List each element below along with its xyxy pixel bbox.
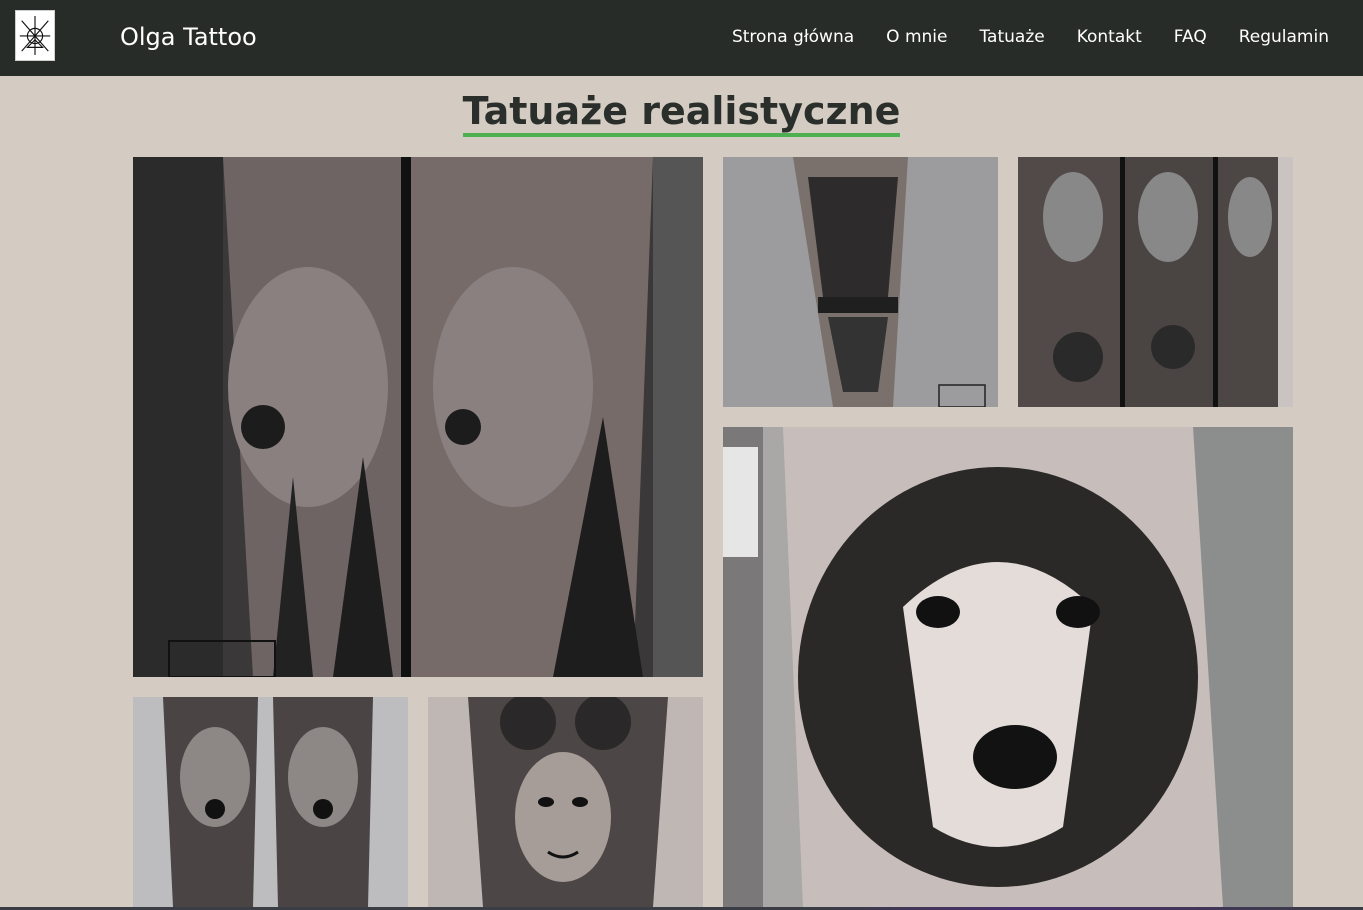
main-nav: Strona główna O mnie Tatuaże Kontakt FAQ… xyxy=(732,25,1329,49)
page-title-wrap: Tatuaże realistyczne xyxy=(0,89,1363,137)
nav-contact[interactable]: Kontakt xyxy=(1077,25,1142,49)
gallery-photo-husky[interactable] xyxy=(723,427,1293,907)
gallery-photo-wolf-sleeve[interactable] xyxy=(1018,157,1293,407)
logo-icon xyxy=(16,11,54,60)
gallery-photo-wolf-forest[interactable] xyxy=(133,157,703,677)
nav-home[interactable]: Strona główna xyxy=(732,25,854,49)
gallery-photo-woman-roses[interactable] xyxy=(428,697,703,907)
nav-terms[interactable]: Regulamin xyxy=(1239,25,1329,49)
nav-about[interactable]: O mnie xyxy=(886,25,947,49)
page-title: Tatuaże realistyczne xyxy=(462,89,901,137)
gallery-photo-wolf-forearm[interactable] xyxy=(723,157,998,407)
brand-name[interactable]: Olga Tattoo xyxy=(120,22,257,52)
nav-faq[interactable]: FAQ xyxy=(1174,25,1207,49)
nav-tattoos[interactable]: Tatuaże xyxy=(979,25,1044,49)
navbar: Olga Tattoo Strona główna O mnie Tatuaże… xyxy=(0,0,1363,76)
logo-link[interactable] xyxy=(15,10,55,61)
gallery-photo-wolf-calves[interactable] xyxy=(133,697,408,907)
